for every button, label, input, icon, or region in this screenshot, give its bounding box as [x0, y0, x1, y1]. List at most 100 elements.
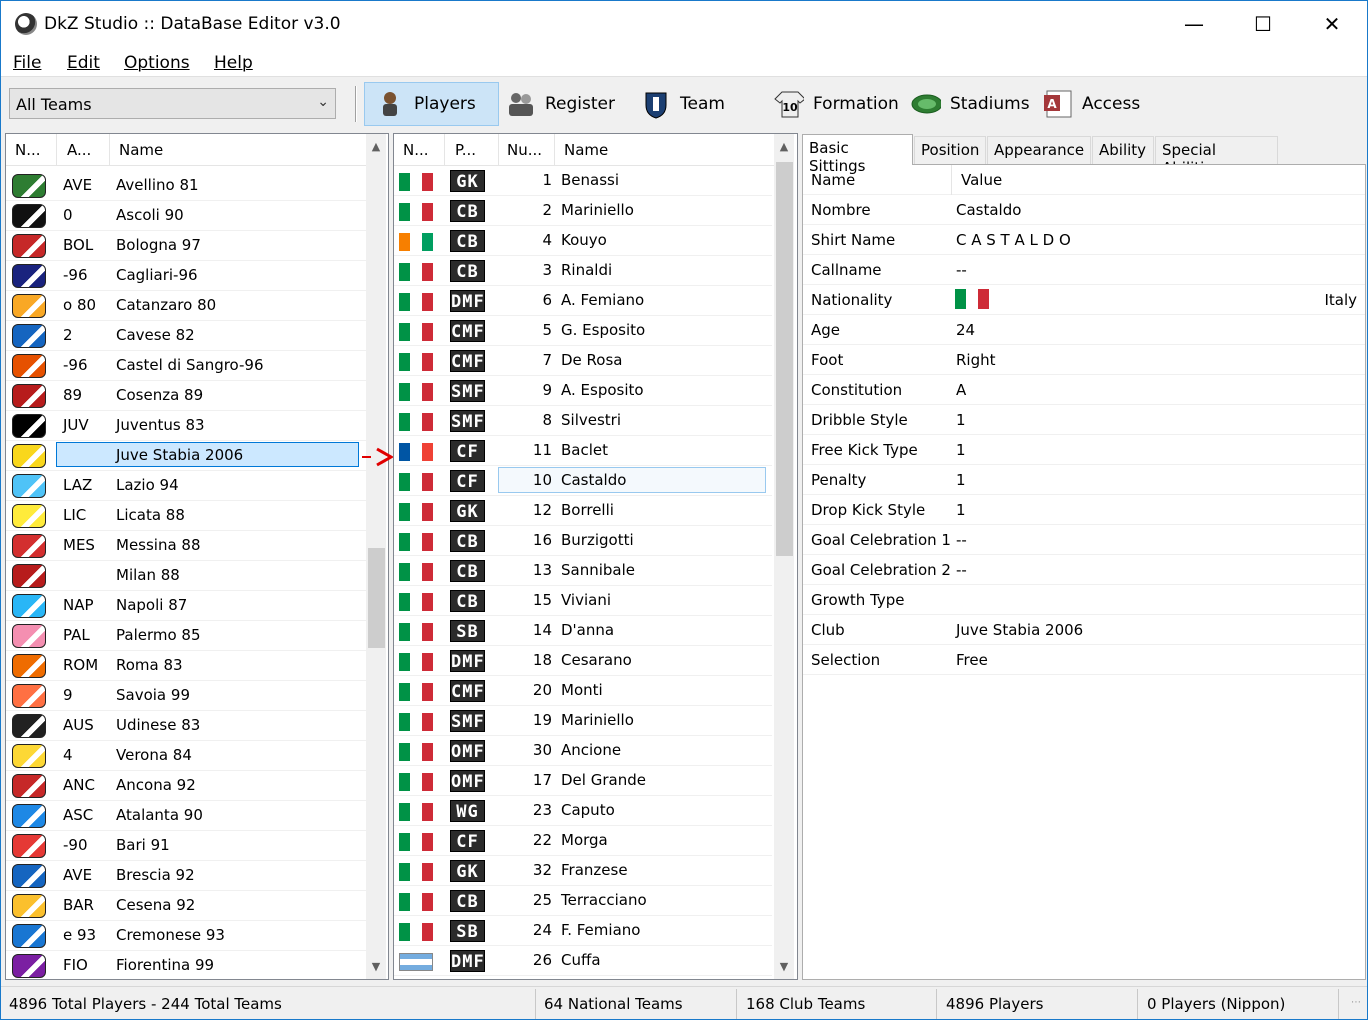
property-row[interactable]: Goal Celebration 2 -- — [803, 555, 1365, 585]
players-scroll-thumb[interactable] — [776, 162, 793, 556]
player-row[interactable]: OMF 17 Del Grande — [394, 766, 772, 796]
property-row[interactable]: Dribble Style 1 — [803, 405, 1365, 435]
player-row[interactable]: CMF 20 Monti — [394, 676, 772, 706]
team-row[interactable]: NAP Napoli 87 — [6, 591, 366, 621]
player-row[interactable]: CB 2 Mariniello — [394, 196, 772, 226]
player-row[interactable]: CB 4 Kouyo — [394, 226, 772, 256]
players-col-position[interactable]: P... — [455, 141, 476, 159]
player-row[interactable]: CB 13 Sannibale — [394, 556, 772, 586]
team-row[interactable]: AVE Brescia 92 — [6, 861, 366, 891]
access-button[interactable]: A Access — [1043, 82, 1153, 126]
team-row[interactable]: ASC Atalanta 90 — [6, 801, 366, 831]
team-row[interactable]: JUV Juventus 83 — [6, 411, 366, 441]
players-scrollbar[interactable]: ▲ ▼ — [774, 134, 794, 979]
player-row[interactable]: DMF 6 A. Femiano — [394, 286, 772, 316]
property-row[interactable]: Free Kick Type 1 — [803, 435, 1365, 465]
teams-col-nation[interactable]: N... — [15, 141, 41, 159]
player-row[interactable]: DMF 18 Cesarano — [394, 646, 772, 676]
player-row[interactable]: CMF 5 G. Esposito — [394, 316, 772, 346]
teams-scroll-thumb[interactable] — [368, 548, 385, 648]
player-row[interactable]: WG 23 Caputo — [394, 796, 772, 826]
team-button[interactable]: Team — [641, 82, 751, 126]
resize-grip-icon[interactable]: ⋯ — [1351, 997, 1361, 1008]
team-row[interactable]: MES Messina 88 — [6, 531, 366, 561]
player-row[interactable]: SMF 9 A. Esposito — [394, 376, 772, 406]
player-row[interactable]: SMF 19 Mariniello — [394, 706, 772, 736]
player-row[interactable]: OMF 30 Ancione — [394, 736, 772, 766]
property-row[interactable]: Callname -- — [803, 255, 1365, 285]
players-col-name[interactable]: Name — [564, 141, 608, 159]
close-button[interactable]: ✕ — [1297, 1, 1367, 47]
team-row[interactable]: 9 Savoia 99 — [6, 681, 366, 711]
player-row[interactable]: CF 22 Morga — [394, 826, 772, 856]
tab-ability[interactable]: Ability — [1092, 136, 1154, 164]
team-row[interactable]: -90 Bari 91 — [6, 831, 366, 861]
scroll-up-icon[interactable]: ▲ — [366, 140, 386, 153]
player-row[interactable]: SB 24 F. Femiano — [394, 916, 772, 946]
property-row[interactable]: Shirt Name C A S T A L D O — [803, 225, 1365, 255]
property-row[interactable]: Nombre Castaldo — [803, 195, 1365, 225]
property-row[interactable]: Club Juve Stabia 2006 — [803, 615, 1365, 645]
team-row[interactable]: LAZ Lazio 94 — [6, 471, 366, 501]
team-row[interactable]: 2 Cavese 82 — [6, 321, 366, 351]
menu-file[interactable]: File — [13, 53, 41, 73]
player-row[interactable]: CB 25 Terracciano — [394, 886, 772, 916]
team-row[interactable]: ANC Ancona 92 — [6, 771, 366, 801]
team-row[interactable]: ROM Roma 83 — [6, 651, 366, 681]
property-row[interactable]: Age 24 — [803, 315, 1365, 345]
team-row[interactable]: 89 Cosenza 89 — [6, 381, 366, 411]
team-row[interactable]: 4 Verona 84 — [6, 741, 366, 771]
scroll-down-icon[interactable]: ▼ — [774, 960, 794, 973]
players-col-number[interactable]: Nu... — [507, 141, 542, 159]
team-row[interactable]: e 93 Cremonese 93 — [6, 921, 366, 951]
player-row[interactable]: CMF 7 De Rosa — [394, 346, 772, 376]
teams-col-name[interactable]: Name — [119, 141, 163, 159]
player-row[interactable]: CB 16 Burzigotti — [394, 526, 772, 556]
team-row[interactable]: Milan 88 — [6, 561, 366, 591]
property-row[interactable]: Constitution A — [803, 375, 1365, 405]
tab-special-abilities[interactable]: Special Abilities — [1155, 136, 1278, 177]
tab-position[interactable]: Position — [914, 136, 986, 164]
team-row[interactable]: 0 Ascoli 90 — [6, 201, 366, 231]
teams-scrollbar[interactable]: ▲ ▼ — [366, 134, 386, 979]
property-row[interactable]: Foot Right — [803, 345, 1365, 375]
team-row[interactable]: o 80 Catanzaro 80 — [6, 291, 366, 321]
player-row[interactable]: CF 10 Castaldo — [394, 466, 772, 496]
tab-appearance[interactable]: Appearance — [987, 136, 1091, 164]
property-row[interactable]: Drop Kick Style 1 — [803, 495, 1365, 525]
player-row[interactable]: GK 12 Borrelli — [394, 496, 772, 526]
menu-help[interactable]: Help — [214, 53, 253, 73]
player-row[interactable]: DMF 26 Cuffa — [394, 946, 772, 976]
register-button[interactable]: Register — [506, 82, 626, 126]
scroll-down-icon[interactable]: ▼ — [366, 960, 386, 973]
player-row[interactable]: SB 14 D'anna — [394, 616, 772, 646]
team-row[interactable]: BAR Cesena 92 — [6, 891, 366, 921]
tab-basic-sittings[interactable]: Basic Sittings — [802, 134, 913, 175]
player-row[interactable]: CB 15 Viviani — [394, 586, 772, 616]
formation-button[interactable]: 10 Formation — [774, 82, 904, 126]
team-filter-select[interactable]: All Teams ⌄ — [9, 88, 336, 119]
menu-edit[interactable]: Edit — [67, 53, 100, 73]
player-row[interactable]: CF 11 Baclet — [394, 436, 772, 466]
team-row[interactable]: AVE Avellino 81 — [6, 171, 366, 201]
team-row[interactable]: -96 Cagliari-96 — [6, 261, 366, 291]
property-row[interactable]: Selection Free — [803, 645, 1365, 675]
player-row[interactable]: CB 3 Rinaldi — [394, 256, 772, 286]
property-row[interactable]: Growth Type — [803, 585, 1365, 615]
minimize-button[interactable]: — — [1159, 1, 1229, 47]
team-row[interactable]: PAL Palermo 85 — [6, 621, 366, 651]
team-row[interactable]: -96 Castel di Sangro-96 — [6, 351, 366, 381]
team-row[interactable]: BOL Bologna 97 — [6, 231, 366, 261]
property-row[interactable]: Nationality Italy — [803, 285, 1365, 315]
team-row[interactable]: AUS Udinese 83 — [6, 711, 366, 741]
team-row[interactable]: FIO Fiorentina 99 — [6, 951, 366, 979]
stadiums-button[interactable]: Stadiums — [911, 82, 1031, 126]
player-row[interactable]: SMF 8 Silvestri — [394, 406, 772, 436]
players-button[interactable]: Players — [364, 82, 499, 126]
maximize-button[interactable]: ☐ — [1228, 1, 1298, 47]
player-row[interactable]: GK 32 Franzese — [394, 856, 772, 886]
team-row[interactable]: Juve Stabia 2006 — [6, 441, 366, 471]
players-col-nation[interactable]: N... — [403, 141, 429, 159]
property-row[interactable]: Penalty 1 — [803, 465, 1365, 495]
team-row[interactable]: LIC Licata 88 — [6, 501, 366, 531]
